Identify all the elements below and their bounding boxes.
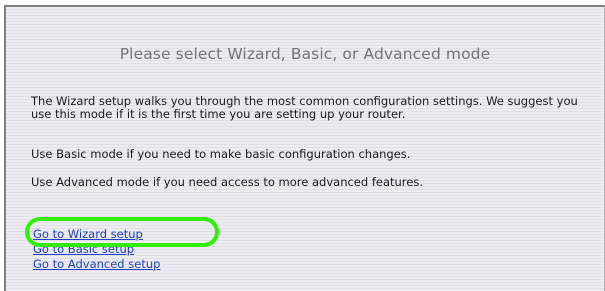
advanced-setup-link[interactable]: Go to Advanced setup bbox=[33, 257, 160, 272]
mode-links: Go to Wizard setup Go to Basic setup Go … bbox=[33, 227, 160, 272]
wizard-description: The Wizard setup walks you through the m… bbox=[31, 94, 578, 121]
mode-selection-panel: Please select Wizard, Basic, or Advanced… bbox=[4, 5, 605, 291]
advanced-description: Use Advanced mode if you need access to … bbox=[31, 175, 424, 189]
page-title: Please select Wizard, Basic, or Advanced… bbox=[119, 45, 491, 63]
basic-description: Use Basic mode if you need to make basic… bbox=[31, 147, 411, 161]
wizard-setup-link[interactable]: Go to Wizard setup bbox=[33, 227, 160, 242]
basic-setup-link[interactable]: Go to Basic setup bbox=[33, 242, 160, 257]
